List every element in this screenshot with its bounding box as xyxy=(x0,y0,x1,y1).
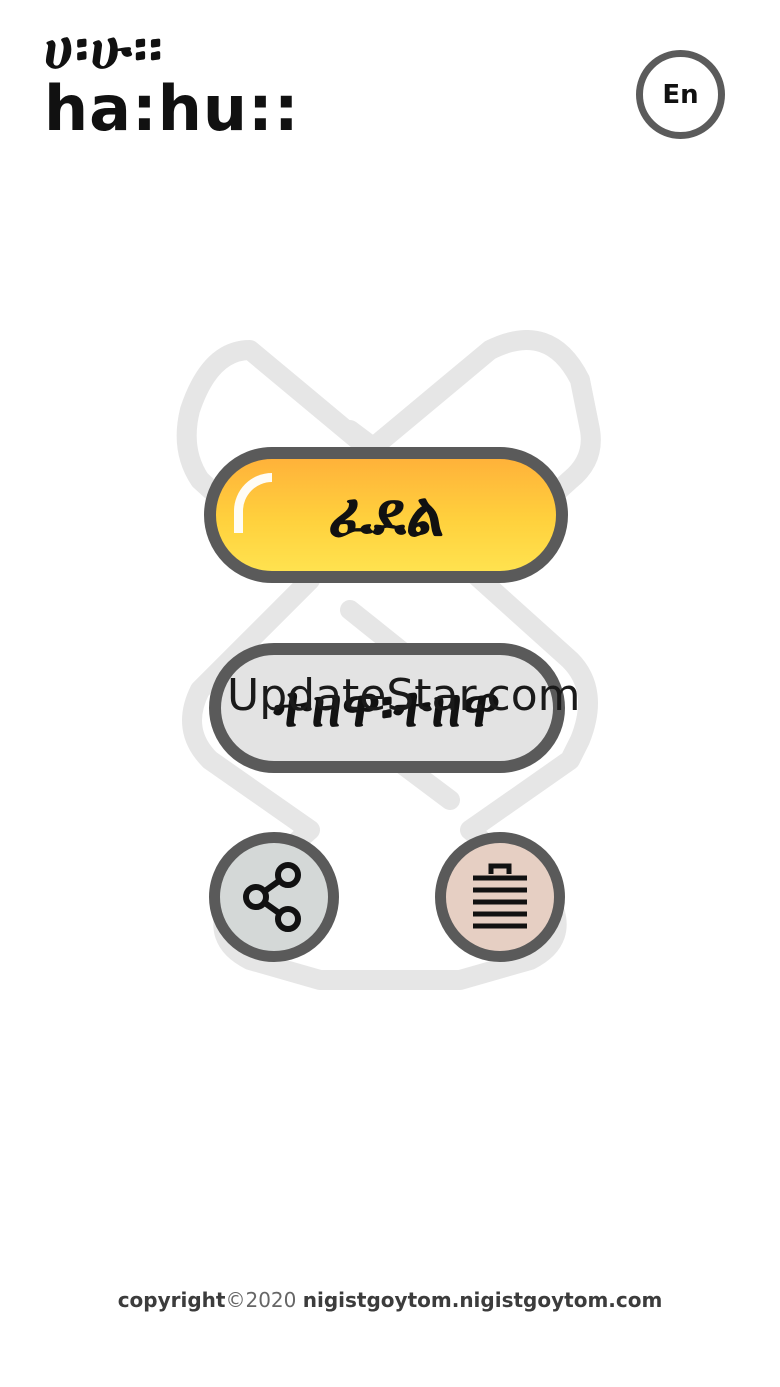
share-button[interactable] xyxy=(209,832,339,962)
copyright-year: ©2020 xyxy=(225,1288,297,1312)
play-button-label: ፈደል xyxy=(328,480,444,550)
logo-line-latin: ha:hu:: xyxy=(44,72,300,145)
list-icon xyxy=(473,863,527,929)
copyright-word: copyright xyxy=(117,1288,226,1312)
play-button[interactable]: ፈደል xyxy=(204,447,568,583)
footer-copyright: copyright©2020 nigistgoytom.nigistgoytom… xyxy=(0,1288,780,1312)
app-logo: ሀ፡ሁ፡፡ ha:hu:: xyxy=(44,22,300,140)
list-button[interactable] xyxy=(435,832,565,962)
share-icon xyxy=(243,862,301,932)
button-shine-decoration xyxy=(234,473,272,533)
language-label: En xyxy=(662,79,699,110)
language-toggle-button[interactable]: En xyxy=(636,50,725,139)
footer-site-link[interactable]: nigistgoytom.nigistgoytom.com xyxy=(303,1288,663,1312)
watermark-text: UpdateStar.com xyxy=(227,670,581,721)
